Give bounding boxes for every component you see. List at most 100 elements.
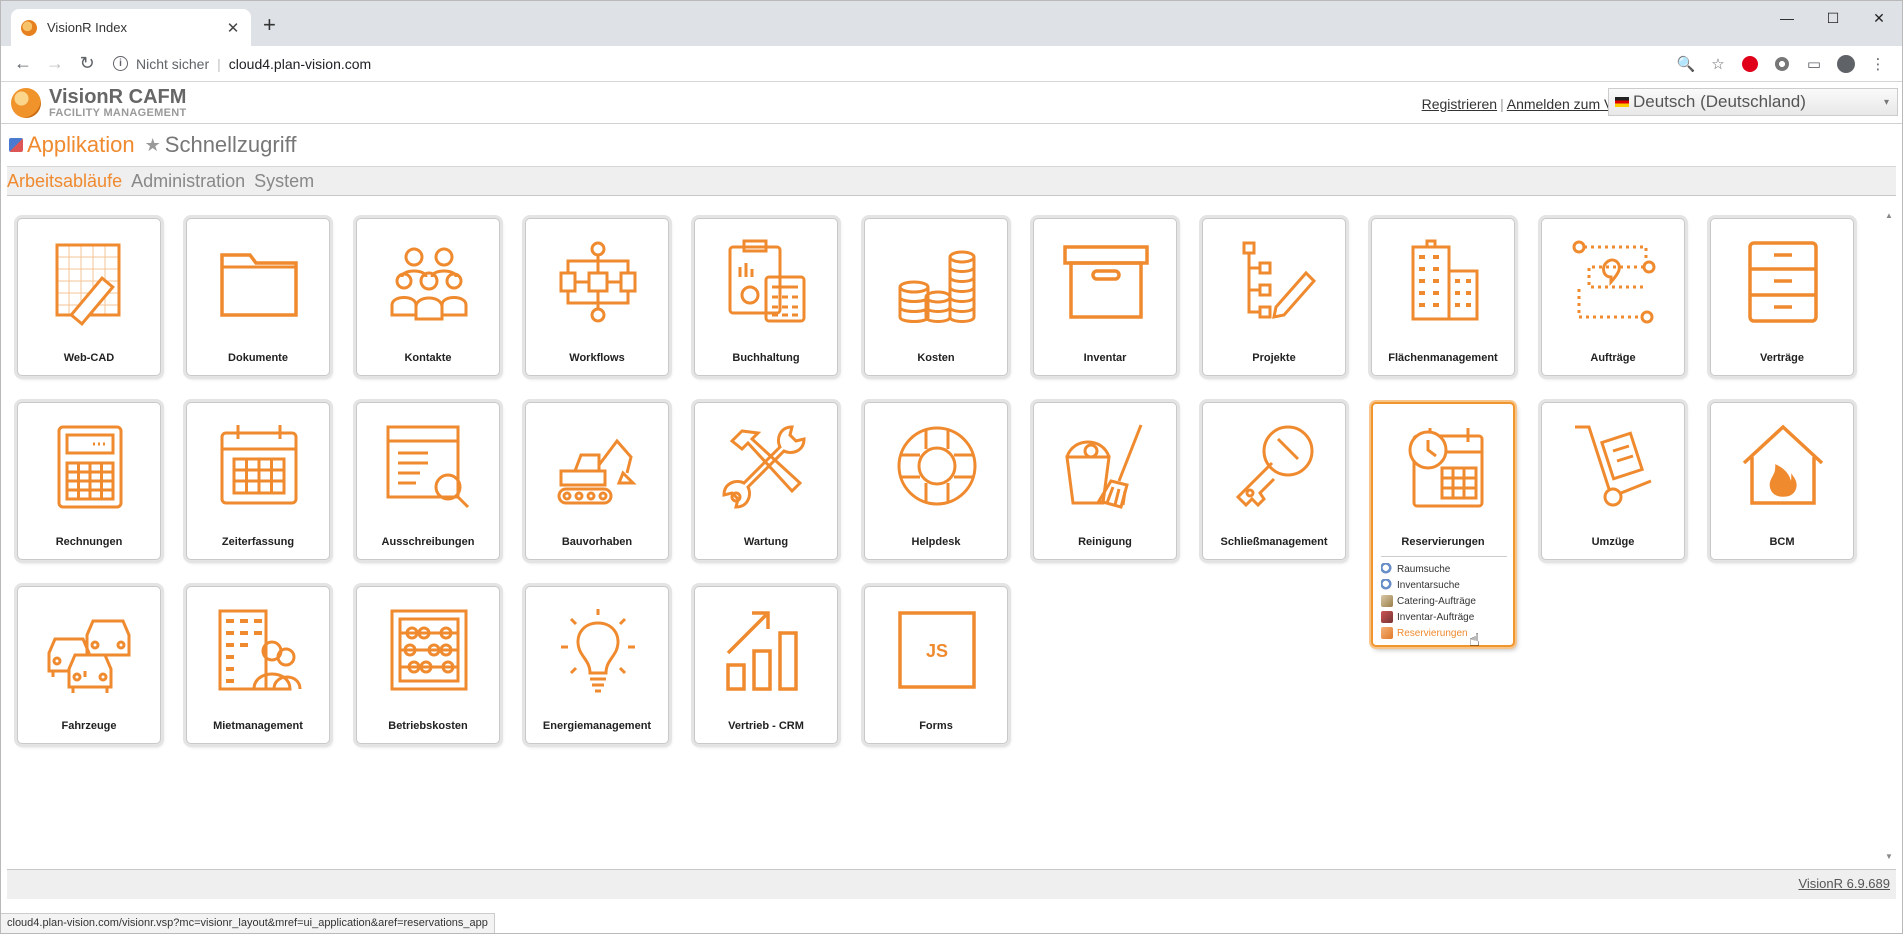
submenu-item[interactable]: Reservierungen — [1381, 625, 1507, 641]
tile-dokumente[interactable]: Dokumente — [186, 218, 330, 376]
tile-vertrieb-crm[interactable]: Vertrieb - CRM — [694, 586, 838, 744]
tile-verträge[interactable]: Verträge — [1710, 218, 1854, 376]
language-value: Deutsch (Deutschland) — [1633, 92, 1806, 111]
tile-projekte[interactable]: Projekte — [1202, 218, 1346, 376]
maximize-button[interactable]: ☐ — [1810, 1, 1856, 35]
register-link[interactable]: Registrieren — [1422, 96, 1497, 112]
bookmark-star-icon[interactable]: ☆ — [1702, 50, 1734, 78]
visionr-logo-icon — [11, 88, 41, 118]
tile-label: Reservierungen — [1401, 536, 1485, 548]
tile-bcm[interactable]: BCM — [1710, 402, 1854, 560]
back-button[interactable]: ← — [9, 50, 37, 78]
tile-label: Umzüge — [1591, 536, 1635, 548]
lifebuoy-icon — [897, 426, 977, 506]
tab-title: VisionR Index — [47, 20, 127, 35]
extension-icon[interactable] — [1766, 50, 1798, 78]
tile-label: Fahrzeuge — [61, 720, 117, 732]
scroll-up-icon[interactable]: ▲ — [1884, 211, 1894, 220]
tile-schließmanagement[interactable]: Schließmanagement — [1202, 402, 1346, 560]
tile-label: BCM — [1769, 536, 1795, 548]
tile-inventar[interactable]: Inventar — [1033, 218, 1177, 376]
close-window-button[interactable]: ✕ — [1856, 1, 1902, 35]
search-icon — [1381, 579, 1393, 591]
cast-icon[interactable]: ▭ — [1798, 50, 1830, 78]
new-tab-button[interactable]: + — [263, 14, 276, 36]
submenu-item-label: Reservierungen — [1397, 627, 1468, 639]
browser-menu-icon[interactable]: ⋮ — [1862, 50, 1894, 78]
security-label: Nicht sicher — [136, 55, 210, 72]
tile-forms[interactable]: JS Forms — [864, 586, 1008, 744]
tile-betriebskosten[interactable]: Betriebskosten — [356, 586, 500, 744]
reservation-icon — [1381, 627, 1393, 639]
forward-button[interactable]: → — [41, 50, 69, 78]
toolbar-actions: 🔍 ☆ ▭ ⋮ — [1670, 50, 1902, 78]
visionr-favicon-icon — [21, 19, 37, 36]
tile-energiemanagement[interactable]: Energiemanagement — [525, 586, 669, 744]
tile-label: Inventar — [1083, 352, 1127, 364]
visionr-logo[interactable]: VisionR CAFM FACILITY MANAGEMENT — [11, 87, 187, 119]
tile-helpdesk[interactable]: Helpdesk — [864, 402, 1008, 560]
tile-label: Energiemanagement — [542, 720, 652, 732]
calendar-icon — [220, 425, 298, 505]
tile-fahrzeuge[interactable]: Fahrzeuge — [17, 586, 161, 744]
browser-titlebar: VisionR Index ✕ + — ☐ ✕ — [1, 1, 1902, 46]
url-text[interactable]: cloud4.plan-vision.com — [229, 56, 371, 72]
zoom-icon[interactable]: 🔍 — [1670, 50, 1702, 78]
submenu-item[interactable]: Raumsuche — [1381, 561, 1507, 577]
workflow-icon — [559, 241, 637, 323]
cabinet-icon — [1748, 241, 1818, 323]
profile-avatar-icon[interactable] — [1830, 50, 1862, 78]
cars-icon — [47, 619, 131, 693]
tab-applikation-label: Applikation — [27, 132, 135, 157]
submenu-item-label: Raumsuche — [1397, 563, 1451, 575]
tab-close-icon[interactable]: ✕ — [225, 19, 241, 37]
address-bar[interactable]: i Nicht sicher | cloud4.plan-vision.com — [113, 50, 1670, 78]
box-icon — [1063, 245, 1149, 319]
tile-web-cad[interactable]: Web-CAD — [17, 218, 161, 376]
site-info-icon[interactable]: i — [113, 56, 128, 71]
tile-mietmanagement[interactable]: Mietmanagement — [186, 586, 330, 744]
reservation-submenu: Raumsuche Inventarsuche Catering-Aufträge I… — [1381, 556, 1507, 641]
status-url-bar: cloud4.plan-vision.com/visionr.vsp?mc=vi… — [1, 913, 495, 933]
vertical-scrollbar[interactable]: ▲ ▼ — [1884, 211, 1894, 861]
tile-kosten[interactable]: Kosten — [864, 218, 1008, 376]
tile-label: Buchhaltung — [732, 352, 800, 364]
window-controls: — ☐ ✕ — [1764, 1, 1902, 35]
tile-label: Mietmanagement — [213, 720, 303, 732]
minimize-button[interactable]: — — [1764, 1, 1810, 35]
tile-kontakte[interactable]: Kontakte — [356, 218, 500, 376]
subnav-administration[interactable]: Administration — [131, 171, 245, 192]
tab-applikation[interactable]: Applikation — [9, 132, 135, 158]
version-link[interactable]: VisionR 6.9.689 — [1798, 876, 1890, 891]
subnav-arbeitsablaeufe[interactable]: Arbeitsabläufe — [7, 171, 122, 192]
browser-window: VisionR Index ✕ + — ☐ ✕ ← → ↻ i Nicht si… — [0, 0, 1903, 934]
reload-button[interactable]: ↻ — [73, 50, 101, 78]
tab-schnellzugriff-label: Schnellzugriff — [164, 132, 297, 157]
tab-schnellzugriff[interactable]: ★ Schnellzugriff — [145, 132, 297, 158]
submenu-item-label: Inventar-Aufträge — [1397, 611, 1475, 623]
language-select[interactable]: Deutsch (Deutschland) ▾ — [1608, 88, 1898, 116]
tile-bauvorhaben[interactable]: Bauvorhaben — [525, 402, 669, 560]
tile-buchhaltung[interactable]: Buchhaltung — [694, 218, 838, 376]
submenu-item[interactable]: Catering-Aufträge — [1381, 593, 1507, 609]
tile-wartung[interactable]: Wartung — [694, 402, 838, 560]
submenu-item[interactable]: Inventarsuche — [1381, 577, 1507, 593]
tile-reinigung[interactable]: Reinigung — [1033, 402, 1177, 560]
tile-ausschreibungen[interactable]: Ausschreibungen — [356, 402, 500, 560]
logo-name: VisionR CAFM — [49, 86, 187, 108]
opera-extension-icon[interactable] — [1734, 50, 1766, 78]
tile-aufträge[interactable]: Aufträge — [1541, 218, 1685, 376]
cad-ruler-icon — [55, 243, 121, 326]
tile-umzüge[interactable]: Umzüge — [1541, 402, 1685, 560]
tile-flächenmanagement[interactable]: Flächenmanagement — [1371, 218, 1515, 376]
tile-rechnungen[interactable]: Rechnungen — [17, 402, 161, 560]
scroll-down-icon[interactable]: ▼ — [1884, 852, 1894, 861]
browser-tab[interactable]: VisionR Index ✕ — [11, 9, 251, 46]
tile-zeiterfassung[interactable]: Zeiterfassung — [186, 402, 330, 560]
tile-workflows[interactable]: Workflows — [525, 218, 669, 376]
tile-reservierungen[interactable]: Reservierungen Raumsuche Inventarsuche Cate… — [1371, 402, 1515, 650]
project-tree-icon — [1242, 241, 1317, 319]
german-flag-icon — [1615, 97, 1629, 107]
submenu-item[interactable]: Inventar-Aufträge — [1381, 609, 1507, 625]
subnav-system[interactable]: System — [254, 171, 314, 192]
